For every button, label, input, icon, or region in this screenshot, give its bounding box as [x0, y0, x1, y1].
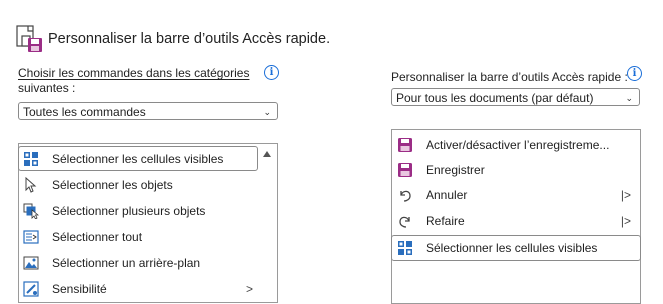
list-item[interactable]: Sélectionner plusieurs objets: [23, 198, 205, 224]
quick-access-toolbar-icon: [14, 24, 44, 54]
list-item-label: Activer/désactiver l’enregistreme...: [426, 138, 610, 152]
chevron-down-icon: ⌄: [625, 93, 633, 103]
save-icon: [397, 162, 413, 178]
list-item-label: Sélectionner un arrière-plan: [52, 256, 201, 270]
list-item[interactable]: Annuler |>: [397, 182, 637, 208]
list-item-label: Sélectionner les objets: [52, 178, 173, 192]
list-item[interactable]: Enregistrer: [397, 157, 485, 183]
list-item[interactable]: Sélectionner tout: [23, 224, 142, 250]
documents-scope-value: Pour tous les documents (par défaut): [396, 91, 594, 105]
list-item[interactable]: Sensibilité >: [23, 276, 253, 302]
visible-cells-icon: [23, 151, 39, 167]
list-item-label: Sensibilité: [52, 282, 107, 296]
list-item[interactable]: Sélectionner les cellules visibles: [397, 235, 597, 261]
choose-commands-label-line2: suivantes :: [18, 81, 76, 95]
visible-cells-icon: [397, 240, 413, 256]
customize-toolbar-label: Personnaliser la barre d’outils Accès ra…: [391, 70, 628, 84]
list-item-label: Enregistrer: [426, 163, 485, 177]
autosave-icon: [397, 137, 413, 153]
list-item-label: Annuler: [426, 188, 468, 202]
info-icon[interactable]: i: [264, 65, 279, 80]
submenu-arrow-icon[interactable]: |>: [621, 214, 631, 228]
choose-commands-label: Choisir les commandes dans les catégorie…: [18, 66, 249, 81]
pointer-arrow-icon: [23, 176, 39, 193]
list-item-label: Sélectionner plusieurs objets: [52, 204, 206, 218]
info-icon[interactable]: i: [627, 66, 642, 81]
dialog-title: Personnaliser la barre d’outils Accès ra…: [48, 31, 331, 47]
list-item[interactable]: Refaire |>: [397, 208, 637, 234]
list-item[interactable]: Activer/désactiver l’enregistreme...: [397, 132, 609, 158]
list-item-label: Sélectionner les cellules visibles: [426, 241, 598, 255]
commands-category-value: Toutes les commandes: [23, 105, 146, 119]
scroll-up-button[interactable]: [262, 150, 272, 160]
redo-icon: [397, 213, 413, 229]
list-item[interactable]: Sélectionner les cellules visibles: [23, 146, 223, 172]
multiple-objects-icon: [23, 203, 40, 220]
list-item-label: Sélectionner tout: [52, 230, 143, 244]
list-item-label: Sélectionner les cellules visibles: [52, 152, 224, 166]
submenu-arrow-icon: >: [245, 282, 253, 296]
submenu-arrow-icon[interactable]: |>: [621, 188, 631, 202]
documents-scope-dropdown[interactable]: Pour tous les documents (par défaut) ⌄: [391, 88, 640, 106]
sensitivity-icon: [23, 281, 39, 297]
list-item-label: Refaire: [426, 214, 465, 228]
chevron-down-icon: ⌄: [263, 107, 271, 117]
background-image-icon: [23, 255, 39, 271]
commands-category-dropdown[interactable]: Toutes les commandes ⌄: [18, 102, 278, 120]
select-all-icon: [23, 229, 39, 245]
list-item[interactable]: Sélectionner un arrière-plan: [23, 250, 200, 276]
choose-commands-label-line1: Choisir les commandes dans les catégorie…: [18, 66, 250, 80]
undo-icon: [397, 187, 413, 203]
list-item[interactable]: Sélectionner les objets: [23, 172, 173, 198]
